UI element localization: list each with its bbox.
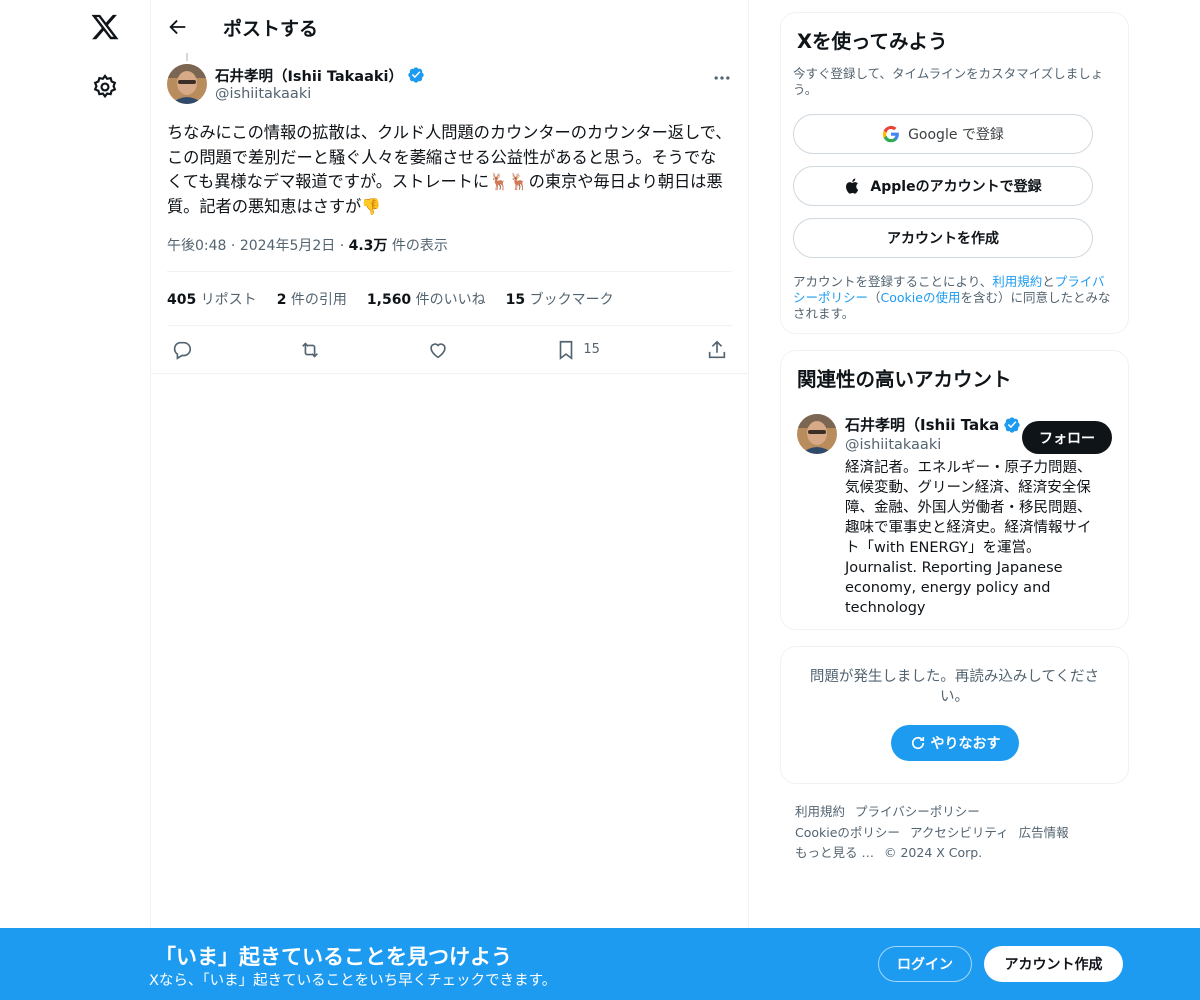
reply-icon	[173, 341, 192, 360]
footer-cookie[interactable]: Cookieのポリシー	[795, 825, 900, 840]
related-user[interactable]: 石井孝明（Ishii Taka @ishiitakaaki 経済記者。エネルギー…	[797, 414, 1112, 618]
post: 石井孝明（Ishii Takaaki） @ishiitakaaki ちなみにこの…	[151, 54, 748, 374]
thread-line	[186, 53, 188, 61]
signup-button[interactable]: アカウント作成	[984, 946, 1123, 982]
author-handle[interactable]: @ishiitakaaki	[215, 86, 425, 102]
post-meta: 午後0:48 · 2024年5月2日 · 4.3万 件の表示	[167, 235, 732, 272]
cookie-link[interactable]: Cookieの使用	[881, 290, 961, 305]
related-accounts-card: 関連性の高いアカウント 石井孝明（Ishii Taka @ishiitakaak…	[780, 350, 1129, 630]
gear-icon[interactable]	[92, 74, 118, 100]
footer-more[interactable]: もっと見る …	[795, 845, 874, 860]
verified-badge-icon	[408, 67, 424, 83]
bottom-signup-bar: 「いま」起きていることを見つけよう Xなら、「いま」起きていることをいち早くチェ…	[0, 928, 1200, 1000]
avatar[interactable]	[797, 414, 837, 454]
author-row: 石井孝明（Ishii Takaaki） @ishiitakaaki	[167, 64, 732, 104]
right-sidebar: Xを使ってみよう 今すぐ登録して、タイムラインをカスタマイズしましょう。 Goo…	[780, 12, 1129, 864]
google-signup-label: Google で登録	[908, 127, 1004, 143]
views-label: 件の表示	[391, 238, 448, 254]
share-icon	[708, 340, 726, 358]
error-card: 問題が発生しました。再読み込みしてください。 やりなおす	[780, 646, 1129, 784]
signup-title: Xを使ってみよう	[797, 30, 948, 53]
post-actions: 15	[151, 326, 748, 374]
footer-ads[interactable]: 広告情報	[1019, 825, 1069, 840]
repost-button[interactable]	[299, 339, 321, 361]
footer-terms[interactable]: 利用規約	[795, 804, 845, 819]
reply-button[interactable]	[171, 339, 193, 361]
repost-icon	[302, 341, 319, 358]
post-text: ちなみにこの情報の拡散は、クルド人問題のカウンターのカウンター返しで、この問題で…	[167, 121, 732, 219]
google-signup-button[interactable]: Google で登録	[793, 114, 1093, 154]
bookmark-button[interactable]: 15	[555, 339, 600, 361]
reposts-stat[interactable]: 405 リポスト	[167, 289, 257, 309]
header-bar: ポストする	[151, 0, 748, 54]
google-icon	[882, 125, 899, 143]
heart-icon	[430, 342, 446, 358]
footer-privacy[interactable]: プライバシーポリシー	[855, 804, 980, 819]
related-user-bio: 経済記者。エネルギー・原子力問題、気候変動、グリーン経済、経済安全保障、金融、外…	[845, 460, 1092, 616]
bookmark-count: 15	[583, 342, 600, 357]
avatar[interactable]	[167, 64, 207, 104]
bookmarks-stat[interactable]: 15 ブックマーク	[506, 289, 614, 309]
deer-emoji: 🦌🦌	[489, 172, 529, 191]
signup-legal-text: アカウントを登録することにより、利用規約とプライバシーポリシー（Cookieの使…	[793, 274, 1111, 321]
refresh-icon	[911, 736, 924, 750]
main-column: ポストする 石井孝明（Ishii Takaaki） @ishiitakaaki …	[150, 0, 749, 928]
follow-button[interactable]: フォロー	[1022, 421, 1112, 454]
likes-stat[interactable]: 1,560 件のいいね	[367, 289, 486, 309]
thumbs-down-emoji: 👎	[361, 196, 382, 216]
apple-signup-button[interactable]: Appleのアカウントで登録	[793, 166, 1093, 206]
footer-links: 利用規約 プライバシーポリシー Cookieのポリシー アクセシビリティ 広告情報 も…	[780, 802, 1129, 864]
post-date[interactable]: 2024年5月2日	[240, 238, 335, 254]
footer-accessibility[interactable]: アクセシビリティ	[910, 825, 1009, 840]
error-message: 問題が発生しました。再読み込みしてください。	[809, 669, 1100, 705]
retry-label: やりなおす	[930, 736, 1001, 752]
bottom-bar-subtitle: Xなら、「いま」起きていることをいち早くチェックできます。	[149, 973, 557, 989]
verified-badge-icon	[1004, 416, 1020, 433]
views-count: 4.3万	[348, 238, 388, 254]
create-account-label: アカウントを作成	[887, 231, 999, 247]
x-logo-icon[interactable]	[90, 12, 120, 42]
like-button[interactable]	[427, 339, 449, 361]
post-stats: 405 リポスト 2 件の引用 1,560 件のいいね 15 ブックマーク	[167, 272, 732, 326]
page-title: ポストする	[223, 17, 319, 40]
retry-button[interactable]: やりなおす	[890, 725, 1019, 761]
arrow-left-icon[interactable]	[167, 16, 189, 38]
left-nav	[0, 0, 150, 1000]
related-title: 関連性の高いアカウント	[797, 368, 1012, 391]
post-time[interactable]: 午後0:48	[167, 238, 226, 254]
signup-subtitle: 今すぐ登録して、タイムラインをカスタマイズしましょう。	[793, 66, 1104, 97]
author-name[interactable]: 石井孝明（Ishii Takaaki）	[215, 65, 403, 86]
footer-copyright: © 2024 X Corp.	[883, 845, 983, 860]
create-account-button[interactable]: アカウントを作成	[793, 218, 1093, 258]
terms-link[interactable]: 利用規約	[992, 274, 1042, 289]
bookmark-icon	[560, 340, 573, 360]
more-options-icon[interactable]	[712, 68, 732, 88]
login-button[interactable]: ログイン	[878, 946, 972, 982]
related-user-name[interactable]: 石井孝明（Ishii Taka	[845, 414, 999, 435]
share-button[interactable]	[706, 339, 728, 361]
signup-card: Xを使ってみよう 今すぐ登録して、タイムラインをカスタマイズしましょう。 Goo…	[780, 12, 1129, 334]
apple-icon	[846, 178, 859, 194]
bottom-bar-title: 「いま」起きていることを見つけよう	[155, 945, 512, 969]
apple-signup-label: Appleのアカウントで登録	[870, 179, 1042, 195]
quotes-stat[interactable]: 2 件の引用	[277, 289, 347, 309]
